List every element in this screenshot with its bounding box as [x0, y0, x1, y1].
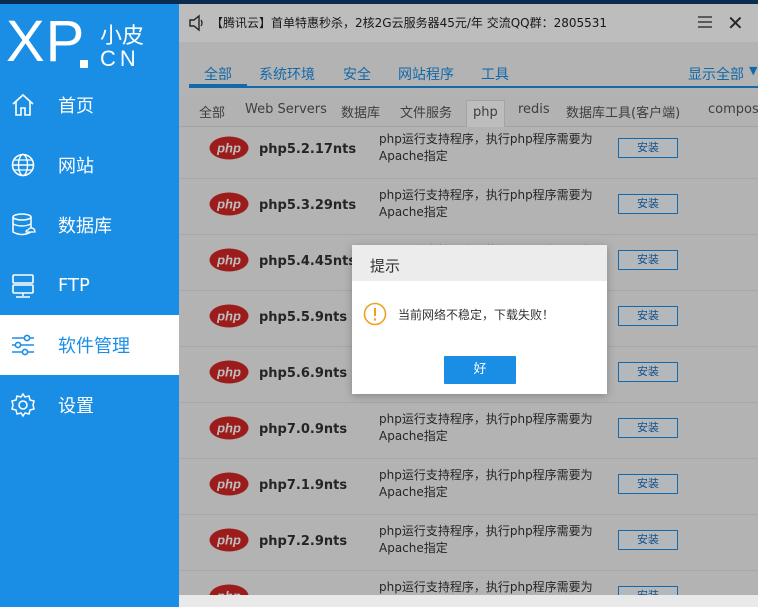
sidebar-nav: 首页网站数据库 FTP 软件管理设置 [0, 75, 179, 435]
sidebar-item-label: FTP [58, 274, 90, 296]
sidebar-item-label: 网站 [58, 156, 94, 177]
logo: XP 小皮 CN [6, 10, 176, 80]
sidebar-item-label: 设置 [58, 396, 94, 417]
ok-button[interactable]: 好 [444, 356, 516, 384]
database-icon [12, 213, 36, 236]
sliders-icon [12, 334, 34, 356]
warning-icon [363, 302, 387, 326]
dialog-title: 提示 [370, 257, 401, 275]
logo-brand: XP [6, 9, 86, 74]
sidebar-item-label: 软件管理 [58, 336, 130, 357]
bottom-strip [179, 595, 758, 607]
alert-dialog: 提示 当前网络不稳定，下载失败！ 好 [352, 245, 607, 394]
sidebar-item-2[interactable]: 数据库 [0, 195, 179, 255]
logo-dot [80, 60, 88, 68]
server-icon [12, 274, 34, 298]
home-icon [12, 93, 34, 116]
sidebar-item-1[interactable]: 网站 [0, 135, 179, 195]
sidebar-item-5[interactable]: 设置 [0, 375, 179, 435]
globe-icon [11, 153, 35, 177]
gear-icon [11, 392, 35, 418]
sidebar-item-0[interactable]: 首页 [0, 75, 179, 135]
dialog-header: 提示 [352, 245, 607, 281]
sidebar: XP 小皮 CN 首页网站数据库 FTP 软件管理设置 [0, 4, 179, 607]
sidebar-item-label: 数据库 [58, 216, 112, 237]
sidebar-item-3[interactable]: FTP [0, 255, 179, 315]
sidebar-item-label: 首页 [58, 96, 94, 117]
logo-cn-bottom: CN [100, 46, 140, 71]
sidebar-item-4[interactable]: 软件管理 [0, 315, 179, 375]
dialog-message: 当前网络不稳定，下载失败！ [398, 308, 555, 322]
